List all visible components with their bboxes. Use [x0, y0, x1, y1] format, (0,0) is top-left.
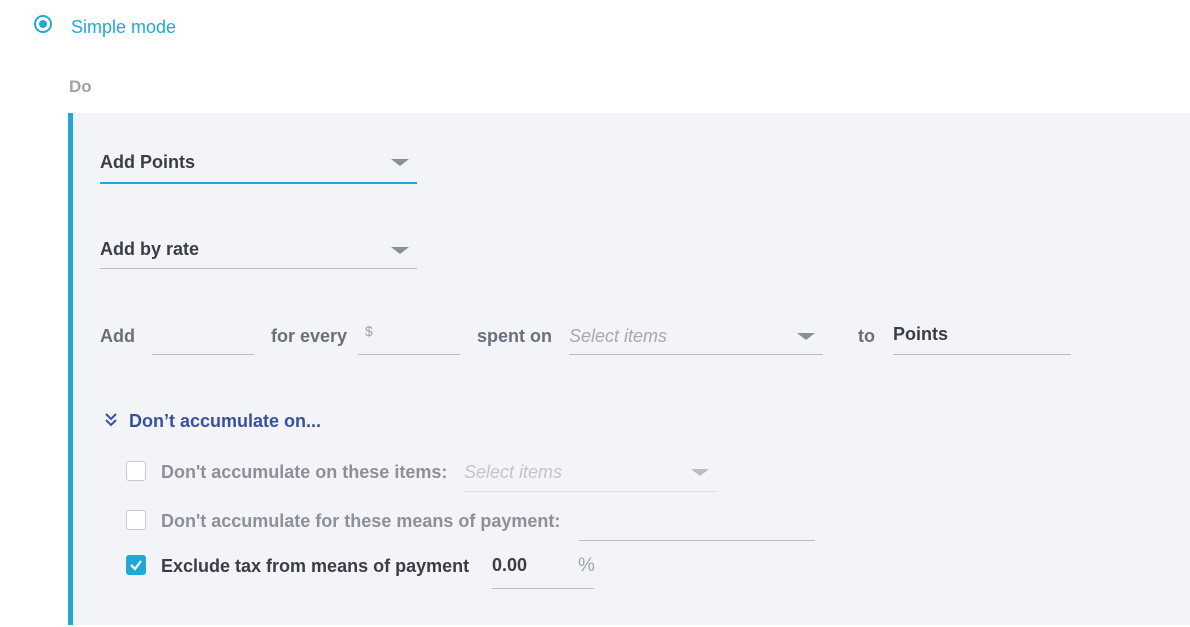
- method-select[interactable]: Add by rate: [100, 235, 417, 269]
- for-every-label: for every: [271, 326, 348, 346]
- tax-percent-input[interactable]: 0.00 %: [492, 552, 595, 589]
- exclude-items-select[interactable]: Select items: [464, 459, 717, 492]
- items-select[interactable]: Select items: [569, 322, 823, 355]
- chevron-down-icon: [797, 333, 815, 340]
- to-label: to: [858, 326, 875, 346]
- exclude-tax-checkbox[interactable]: [126, 555, 146, 575]
- checkmark-icon: [130, 560, 142, 571]
- radio-selected-dot: [39, 20, 47, 28]
- section-label-do: Do: [69, 77, 92, 96]
- add-label: Add: [100, 326, 135, 346]
- double-chevron-down-icon[interactable]: [104, 412, 118, 433]
- target-value: Points: [893, 324, 949, 344]
- target-field[interactable]: Points: [893, 322, 1071, 355]
- payment-means-input[interactable]: [579, 508, 815, 541]
- exclude-items-placeholder: Select items: [464, 462, 563, 482]
- exclude-payment-checkbox[interactable]: [126, 510, 146, 530]
- exclude-items-label: Don't accumulate on these items:: [161, 462, 448, 482]
- action-panel: [68, 113, 1190, 625]
- exclude-items-checkbox[interactable]: [126, 461, 146, 481]
- action-type-value: Add Points: [100, 152, 195, 172]
- simple-mode-label[interactable]: Simple mode: [71, 17, 176, 38]
- chevron-down-icon: [391, 159, 409, 166]
- percent-unit: %: [578, 555, 595, 576]
- action-type-select[interactable]: Add Points: [100, 148, 417, 184]
- method-value: Add by rate: [100, 239, 200, 259]
- spend-amount-input[interactable]: $: [358, 322, 460, 355]
- exclude-tax-label: Exclude tax from means of payment: [161, 556, 470, 576]
- simple-mode-radio[interactable]: [34, 15, 52, 33]
- exclude-payment-label: Don't accumulate for these means of paym…: [161, 511, 561, 531]
- items-placeholder: Select items: [569, 326, 668, 346]
- dont-accumulate-toggle[interactable]: Don’t accumulate on...: [129, 411, 321, 432]
- spent-on-label: spent on: [477, 326, 552, 346]
- tax-value: 0.00: [492, 555, 528, 575]
- add-points-input[interactable]: [152, 322, 254, 355]
- chevron-down-icon: [391, 247, 409, 254]
- chevron-down-icon: [691, 469, 709, 476]
- currency-symbol: $: [365, 323, 373, 339]
